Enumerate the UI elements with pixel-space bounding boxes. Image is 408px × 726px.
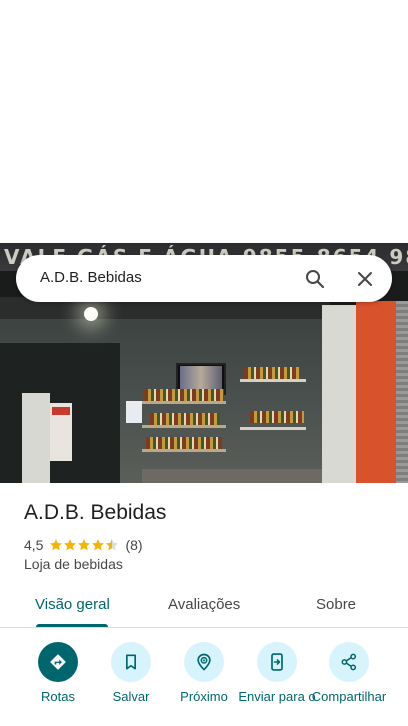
directions-label: Rotas: [41, 689, 75, 704]
nearby-label: Próximo: [180, 689, 228, 704]
tab-bar: Visão geral Avaliações Sobre: [0, 588, 408, 628]
send-to-phone-button[interactable]: Enviar para o: [237, 642, 317, 726]
save-label: Salvar: [112, 689, 150, 704]
directions-button[interactable]: Rotas: [18, 642, 98, 726]
tab-overview[interactable]: Visão geral: [35, 596, 110, 613]
search-input[interactable]: A.D.B. Bebidas: [40, 269, 142, 286]
review-count[interactable]: (8): [125, 537, 142, 553]
share-button[interactable]: Compartilhar: [309, 642, 389, 726]
star-icon: [78, 539, 91, 551]
photo-shelf: [142, 401, 226, 404]
nearby-icon: [197, 653, 211, 671]
photo-bottles: [146, 437, 222, 449]
action-bar: Rotas Salvar Próximo Enviar para o Compa…: [0, 640, 408, 726]
map-blank-area: [0, 0, 408, 243]
star-icon: [50, 539, 63, 551]
directions-button-circle[interactable]: [38, 642, 78, 682]
nearby-button-circle[interactable]: [184, 642, 224, 682]
directions-icon: [50, 654, 66, 670]
share-icon: [341, 653, 357, 671]
close-icon[interactable]: [353, 267, 377, 291]
photo-counter: [142, 469, 322, 483]
photo-box: [126, 401, 142, 423]
photo-shelf: [240, 427, 306, 430]
rating-row[interactable]: 4,5 (8): [24, 536, 143, 554]
photo-bottles: [144, 389, 224, 401]
photo-bottles: [250, 411, 304, 423]
photo-tv-screen: [180, 366, 222, 390]
photo-bottles: [244, 367, 300, 379]
rating-value: 4,5: [24, 537, 44, 553]
send-to-phone-label: Enviar para o: [238, 689, 316, 704]
photo-shutter: [396, 301, 408, 483]
star-rating: [49, 538, 119, 552]
photo-shelf: [240, 379, 306, 382]
photo-fridge: [22, 393, 50, 483]
nearby-button[interactable]: Próximo: [164, 642, 244, 726]
send-to-phone-icon: [271, 653, 283, 671]
photo-orange-wall: [356, 301, 396, 483]
photo-pillar: [322, 305, 358, 483]
place-category: Loja de bebidas: [24, 556, 123, 572]
photo-ceiling-light: [84, 307, 98, 321]
search-icon[interactable]: [303, 267, 327, 291]
save-button-circle[interactable]: [111, 642, 151, 682]
save-button[interactable]: Salvar: [91, 642, 171, 726]
share-button-circle[interactable]: [329, 642, 369, 682]
tab-about[interactable]: Sobre: [316, 596, 356, 613]
send-to-phone-button-circle[interactable]: [257, 642, 297, 682]
tab-active-indicator: [36, 624, 108, 627]
place-title: A.D.B. Bebidas: [24, 501, 167, 524]
photo-bottles: [150, 413, 220, 425]
share-label: Compartilhar: [311, 689, 387, 704]
photo-shelf: [142, 425, 226, 428]
photo-poster-header: [52, 407, 70, 415]
photo-shelf: [142, 449, 226, 452]
bookmark-icon: [126, 654, 136, 670]
star-icon: [64, 539, 77, 551]
tab-reviews[interactable]: Avaliações: [168, 596, 240, 613]
star-icon: [92, 539, 105, 551]
search-bar[interactable]: A.D.B. Bebidas: [16, 255, 392, 302]
star-half-icon: [106, 539, 119, 551]
